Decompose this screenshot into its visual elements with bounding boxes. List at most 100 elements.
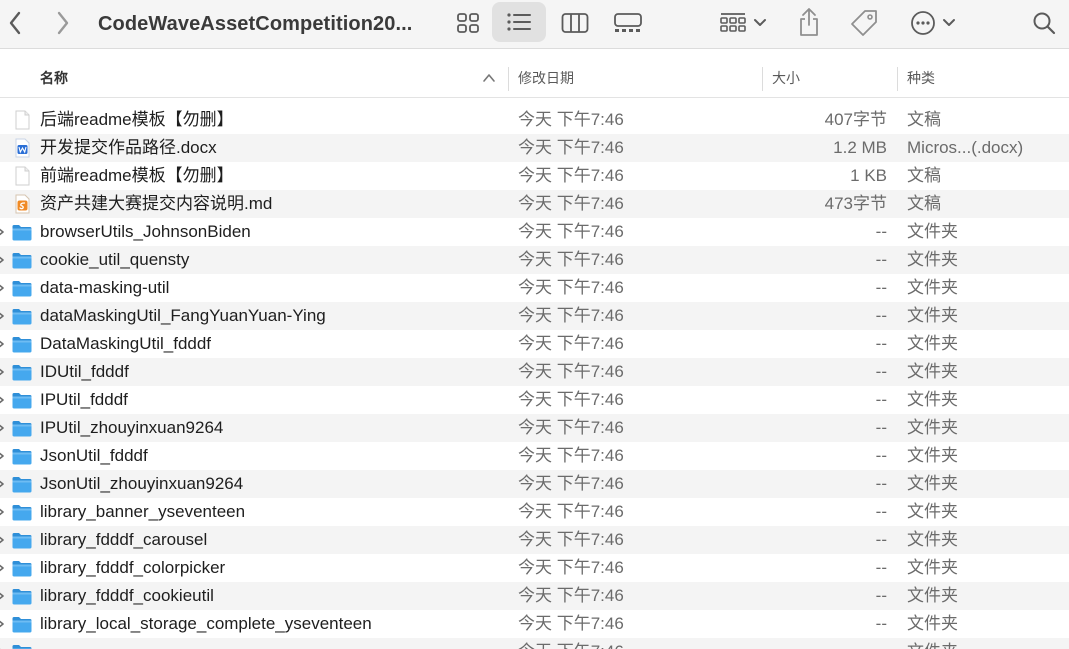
disclosure-triangle-icon[interactable]: [0, 591, 5, 601]
column-header-size[interactable]: 大小: [772, 60, 800, 98]
file-row[interactable]: library_local_storage_complete_yseventee…: [0, 610, 1069, 638]
icon-view-button[interactable]: [450, 5, 486, 41]
disclosure-triangle-icon[interactable]: [0, 227, 5, 237]
file-size: --: [875, 474, 887, 493]
disclosure-triangle-icon[interactable]: [0, 311, 5, 321]
column-header-kind[interactable]: 种类: [907, 60, 935, 98]
file-modified-date: 今天 下午7:46: [518, 530, 624, 549]
file-name: dataMaskingUtil_FangYuanYuan-Ying: [40, 306, 326, 325]
file-name: data-masking-util: [40, 278, 170, 297]
file-row[interactable]: 前端readme模板【勿删】 今天 下午7:46 1 KB 文稿: [0, 162, 1069, 190]
forward-button[interactable]: [50, 6, 76, 40]
file-row[interactable]: library_banner_yseventeen 今天 下午7:46 -- 文件夹: [0, 498, 1069, 526]
file-row[interactable]: browserUtils_JohnsonBiden 今天 下午7:46 -- 文件夹: [0, 218, 1069, 246]
file-modified-date: 今天 下午7:46: [518, 334, 624, 353]
disclosure-triangle-icon[interactable]: [0, 367, 5, 377]
list-view-button[interactable]: [492, 2, 546, 42]
sort-ascending-icon[interactable]: [482, 72, 496, 84]
file-modified-date: 今天 下午7:46: [518, 194, 624, 213]
file-row[interactable]: IDUtil_fdddf 今天 下午7:46 -- 文件夹: [0, 358, 1069, 386]
file-row[interactable]: IPUtil_fdddf 今天 下午7:46 -- 文件夹: [0, 386, 1069, 414]
share-button[interactable]: [790, 3, 828, 41]
blank-document-icon: [11, 166, 33, 186]
file-kind: 文稿: [907, 110, 941, 129]
disclosure-triangle-icon[interactable]: [0, 619, 5, 629]
file-size: --: [875, 446, 887, 465]
markdown-document-icon: [11, 194, 33, 214]
file-row[interactable]: library_fdddf_cookieutil 今天 下午7:46 -- 文件夹: [0, 582, 1069, 610]
disclosure-triangle-icon[interactable]: [0, 423, 5, 433]
disclosure-triangle-icon[interactable]: [0, 255, 5, 265]
disclosure-triangle-icon[interactable]: [0, 507, 5, 517]
file-modified-date: 今天 下午7:46: [518, 110, 624, 129]
file-row[interactable]: IPUtil_zhouyinxuan9264 今天 下午7:46 -- 文件夹: [0, 414, 1069, 442]
file-kind: 文件夹: [907, 418, 958, 437]
file-row[interactable]: JsonUtil_zhouyinxuan9264 今天 下午7:46 -- 文件夹: [0, 470, 1069, 498]
folder-icon: [11, 558, 33, 578]
column-divider[interactable]: [762, 67, 763, 91]
file-row[interactable]: JsonUtil_fdddf 今天 下午7:46 -- 文件夹: [0, 442, 1069, 470]
file-row[interactable]: library_fdddf_colorpicker 今天 下午7:46 -- 文件夹: [0, 554, 1069, 582]
file-row[interactable]: 后端readme模板【勿删】 今天 下午7:46 407字节 文稿: [0, 106, 1069, 134]
column-view-button[interactable]: [556, 5, 594, 41]
file-row[interactable]: 今天 下午7:46 -- 文件夹: [0, 638, 1069, 649]
file-kind: 文件夹: [907, 278, 958, 297]
file-name: IPUtil_fdddf: [40, 390, 128, 409]
file-name: IDUtil_fdddf: [40, 362, 129, 381]
disclosure-triangle-icon[interactable]: [0, 535, 5, 545]
file-row[interactable]: 开发提交作品路径.docx 今天 下午7:46 1.2 MB Micros...(.d…: [0, 134, 1069, 162]
file-name: 资产共建大赛提交内容说明.md: [40, 194, 273, 213]
file-kind: 文件夹: [907, 390, 958, 409]
more-actions-button[interactable]: [904, 5, 962, 41]
file-row[interactable]: cookie_util_quensty 今天 下午7:46 -- 文件夹: [0, 246, 1069, 274]
gallery-view-button[interactable]: [606, 5, 650, 41]
folder-icon: [11, 390, 33, 410]
file-name: cookie_util_quensty: [40, 250, 190, 269]
disclosure-triangle-icon[interactable]: [0, 283, 5, 293]
file-modified-date: 今天 下午7:46: [518, 586, 624, 605]
folder-icon: [11, 474, 33, 494]
file-name: JsonUtil_fdddf: [40, 446, 148, 465]
file-name: library_fdddf_cookieutil: [40, 586, 214, 605]
finder-toolbar: CodeWaveAssetCompetition20...: [0, 0, 1069, 49]
column-divider[interactable]: [897, 67, 898, 91]
column-divider[interactable]: [508, 67, 509, 91]
file-kind: 文件夹: [907, 614, 958, 633]
disclosure-triangle-icon[interactable]: [0, 479, 5, 489]
ellipsis-circle-icon: [911, 11, 935, 35]
file-kind: 文稿: [907, 166, 941, 185]
tag-icon: [851, 10, 877, 36]
gallery-view-icon: [614, 13, 642, 32]
file-size: --: [875, 390, 887, 409]
file-modified-date: 今天 下午7:46: [518, 474, 624, 493]
search-button[interactable]: [1026, 5, 1062, 41]
folder-icon: [11, 586, 33, 606]
disclosure-triangle-icon[interactable]: [0, 395, 5, 405]
file-row[interactable]: DataMaskingUtil_fdddf 今天 下午7:46 -- 文件夹: [0, 330, 1069, 358]
back-button[interactable]: [2, 6, 28, 40]
file-size: --: [875, 222, 887, 241]
grid-view-icon: [457, 13, 479, 33]
folder-icon: [11, 362, 33, 382]
column-header-date[interactable]: 修改日期: [518, 60, 574, 98]
disclosure-triangle-icon[interactable]: [0, 451, 5, 461]
file-size: --: [875, 334, 887, 353]
file-row[interactable]: dataMaskingUtil_FangYuanYuan-Ying 今天 下午7:…: [0, 302, 1069, 330]
column-header-name[interactable]: 名称: [40, 60, 68, 98]
file-kind: 文稿: [907, 194, 941, 213]
file-modified-date: 今天 下午7:46: [518, 166, 624, 185]
folder-icon: [11, 446, 33, 466]
file-size: --: [875, 586, 887, 605]
disclosure-triangle-icon[interactable]: [0, 563, 5, 573]
folder-icon: [11, 250, 33, 270]
file-size: --: [875, 530, 887, 549]
file-kind: 文件夹: [907, 250, 958, 269]
file-row[interactable]: data-masking-util 今天 下午7:46 -- 文件夹: [0, 274, 1069, 302]
file-row[interactable]: 资产共建大赛提交内容说明.md 今天 下午7:46 473字节 文稿: [0, 190, 1069, 218]
file-size: 1.2 MB: [833, 138, 887, 157]
file-row[interactable]: library_fdddf_carousel 今天 下午7:46 -- 文件夹: [0, 526, 1069, 554]
disclosure-triangle-icon[interactable]: [0, 339, 5, 349]
folder-icon: [11, 334, 33, 354]
tag-button[interactable]: [844, 4, 884, 42]
group-by-button[interactable]: [712, 5, 774, 41]
